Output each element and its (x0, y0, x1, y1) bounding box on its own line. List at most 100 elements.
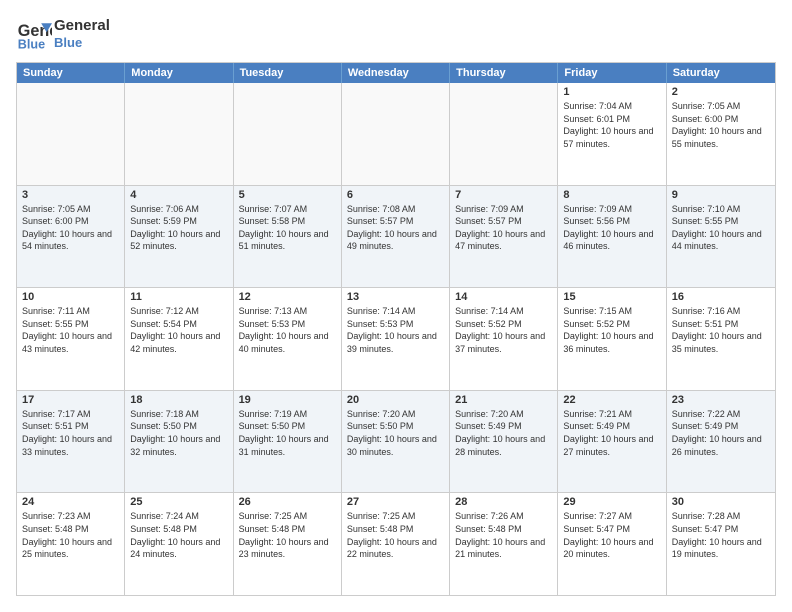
day-cell-7: 7 Sunrise: 7:09 AMSunset: 5:57 PMDaylight… (450, 186, 558, 288)
day-info: Sunrise: 7:11 AMSunset: 5:55 PMDaylight:… (22, 305, 119, 355)
day-info: Sunrise: 7:04 AMSunset: 6:01 PMDaylight:… (563, 100, 660, 150)
header-day-thursday: Thursday (450, 63, 558, 83)
day-number: 10 (22, 291, 119, 303)
svg-text:Blue: Blue (18, 37, 45, 51)
logo: General Blue General Blue (16, 16, 110, 52)
day-cell-29: 29Sunrise: 7:27 AMSunset: 5:47 PMDayligh… (558, 493, 666, 595)
day-number: 6 (347, 189, 444, 201)
day-number: 2 (672, 86, 770, 98)
day-info: Sunrise: 7:05 AMSunset: 6:00 PMDaylight:… (672, 100, 770, 150)
empty-cell (17, 83, 125, 185)
calendar-header: SundayMondayTuesdayWednesdayThursdayFrid… (17, 63, 775, 83)
day-info: Sunrise: 7:05 AMSunset: 6:00 PMDaylight:… (22, 203, 119, 253)
day-info: Sunrise: 7:25 AMSunset: 5:48 PMDaylight:… (347, 510, 444, 560)
day-info: Sunrise: 7:14 AMSunset: 5:52 PMDaylight:… (455, 305, 552, 355)
day-info: Sunrise: 7:07 AMSunset: 5:58 PMDaylight:… (239, 203, 336, 253)
header: General Blue General Blue (16, 16, 776, 52)
day-cell-5: 5 Sunrise: 7:07 AMSunset: 5:58 PMDaylight… (234, 186, 342, 288)
day-info: Sunrise: 7:13 AMSunset: 5:53 PMDaylight:… (239, 305, 336, 355)
day-info: Sunrise: 7:24 AMSunset: 5:48 PMDaylight:… (130, 510, 227, 560)
day-info: Sunrise: 7:28 AMSunset: 5:47 PMDaylight:… (672, 510, 770, 560)
header-day-sunday: Sunday (17, 63, 125, 83)
day-info: Sunrise: 7:09 AMSunset: 5:56 PMDaylight:… (563, 203, 660, 253)
day-cell-25: 25 Sunrise: 7:24 AMSunset: 5:48 PMDayligh… (125, 493, 233, 595)
day-cell-9: 9 Sunrise: 7:10 AMSunset: 5:55 PMDaylight… (667, 186, 775, 288)
header-day-tuesday: Tuesday (234, 63, 342, 83)
day-number: 18 (130, 394, 227, 406)
header-day-saturday: Saturday (667, 63, 775, 83)
day-cell-15: 15Sunrise: 7:15 AMSunset: 5:52 PMDayligh… (558, 288, 666, 390)
day-number: 11 (130, 291, 227, 303)
calendar-body: 1 Sunrise: 7:04 AMSunset: 6:01 PMDaylight… (17, 83, 775, 595)
day-number: 4 (130, 189, 227, 201)
calendar-row-3: 17Sunrise: 7:17 AMSunset: 5:51 PMDayligh… (17, 390, 775, 493)
day-info: Sunrise: 7:14 AMSunset: 5:53 PMDaylight:… (347, 305, 444, 355)
day-number: 29 (563, 496, 660, 508)
day-number: 25 (130, 496, 227, 508)
day-info: Sunrise: 7:19 AMSunset: 5:50 PMDaylight:… (239, 408, 336, 458)
day-number: 20 (347, 394, 444, 406)
day-info: Sunrise: 7:15 AMSunset: 5:52 PMDaylight:… (563, 305, 660, 355)
empty-cell (342, 83, 450, 185)
empty-cell (234, 83, 342, 185)
day-info: Sunrise: 7:21 AMSunset: 5:49 PMDaylight:… (563, 408, 660, 458)
day-number: 23 (672, 394, 770, 406)
day-info: Sunrise: 7:22 AMSunset: 5:49 PMDaylight:… (672, 408, 770, 458)
day-cell-13: 13 Sunrise: 7:14 AMSunset: 5:53 PMDayligh… (342, 288, 450, 390)
day-number: 24 (22, 496, 119, 508)
day-number: 22 (563, 394, 660, 406)
day-cell-14: 14 Sunrise: 7:14 AMSunset: 5:52 PMDayligh… (450, 288, 558, 390)
calendar-row-1: 3Sunrise: 7:05 AMSunset: 6:00 PMDaylight… (17, 185, 775, 288)
day-cell-28: 28Sunrise: 7:26 AMSunset: 5:48 PMDayligh… (450, 493, 558, 595)
calendar-row-0: 1 Sunrise: 7:04 AMSunset: 6:01 PMDaylight… (17, 83, 775, 185)
page: General Blue General Blue SundayMondayTu… (0, 0, 792, 612)
day-cell-19: 19 Sunrise: 7:19 AMSunset: 5:50 PMDayligh… (234, 391, 342, 493)
day-number: 8 (563, 189, 660, 201)
empty-cell (125, 83, 233, 185)
day-number: 21 (455, 394, 552, 406)
day-number: 16 (672, 291, 770, 303)
day-number: 19 (239, 394, 336, 406)
day-cell-3: 3Sunrise: 7:05 AMSunset: 6:00 PMDaylight… (17, 186, 125, 288)
day-cell-17: 17Sunrise: 7:17 AMSunset: 5:51 PMDayligh… (17, 391, 125, 493)
day-number: 30 (672, 496, 770, 508)
day-cell-20: 20 Sunrise: 7:20 AMSunset: 5:50 PMDayligh… (342, 391, 450, 493)
day-cell-22: 22 Sunrise: 7:21 AMSunset: 5:49 PMDayligh… (558, 391, 666, 493)
day-cell-23: 23 Sunrise: 7:22 AMSunset: 5:49 PMDayligh… (667, 391, 775, 493)
day-cell-18: 18Sunrise: 7:18 AMSunset: 5:50 PMDayligh… (125, 391, 233, 493)
empty-cell (450, 83, 558, 185)
day-number: 14 (455, 291, 552, 303)
day-number: 7 (455, 189, 552, 201)
day-cell-12: 12 Sunrise: 7:13 AMSunset: 5:53 PMDayligh… (234, 288, 342, 390)
day-cell-2: 2 Sunrise: 7:05 AMSunset: 6:00 PMDaylight… (667, 83, 775, 185)
day-cell-10: 10 Sunrise: 7:11 AMSunset: 5:55 PMDayligh… (17, 288, 125, 390)
calendar: SundayMondayTuesdayWednesdayThursdayFrid… (16, 62, 776, 596)
day-info: Sunrise: 7:10 AMSunset: 5:55 PMDaylight:… (672, 203, 770, 253)
day-cell-26: 26Sunrise: 7:25 AMSunset: 5:48 PMDayligh… (234, 493, 342, 595)
day-cell-11: 11Sunrise: 7:12 AMSunset: 5:54 PMDayligh… (125, 288, 233, 390)
day-number: 12 (239, 291, 336, 303)
day-info: Sunrise: 7:25 AMSunset: 5:48 PMDaylight:… (239, 510, 336, 560)
day-info: Sunrise: 7:08 AMSunset: 5:57 PMDaylight:… (347, 203, 444, 253)
day-info: Sunrise: 7:23 AMSunset: 5:48 PMDaylight:… (22, 510, 119, 560)
calendar-row-2: 10 Sunrise: 7:11 AMSunset: 5:55 PMDayligh… (17, 287, 775, 390)
day-info: Sunrise: 7:09 AMSunset: 5:57 PMDaylight:… (455, 203, 552, 253)
day-info: Sunrise: 7:26 AMSunset: 5:48 PMDaylight:… (455, 510, 552, 560)
day-number: 1 (563, 86, 660, 98)
day-number: 27 (347, 496, 444, 508)
day-number: 9 (672, 189, 770, 201)
day-cell-4: 4Sunrise: 7:06 AMSunset: 5:59 PMDaylight… (125, 186, 233, 288)
header-day-friday: Friday (558, 63, 666, 83)
header-day-monday: Monday (125, 63, 233, 83)
day-info: Sunrise: 7:20 AMSunset: 5:50 PMDaylight:… (347, 408, 444, 458)
day-number: 17 (22, 394, 119, 406)
header-day-wednesday: Wednesday (342, 63, 450, 83)
day-info: Sunrise: 7:20 AMSunset: 5:49 PMDaylight:… (455, 408, 552, 458)
day-cell-21: 21 Sunrise: 7:20 AMSunset: 5:49 PMDayligh… (450, 391, 558, 493)
logo-icon: General Blue (16, 16, 52, 52)
day-cell-1: 1 Sunrise: 7:04 AMSunset: 6:01 PMDaylight… (558, 83, 666, 185)
day-number: 5 (239, 189, 336, 201)
day-cell-24: 24 Sunrise: 7:23 AMSunset: 5:48 PMDayligh… (17, 493, 125, 595)
calendar-row-4: 24 Sunrise: 7:23 AMSunset: 5:48 PMDayligh… (17, 492, 775, 595)
day-number: 13 (347, 291, 444, 303)
